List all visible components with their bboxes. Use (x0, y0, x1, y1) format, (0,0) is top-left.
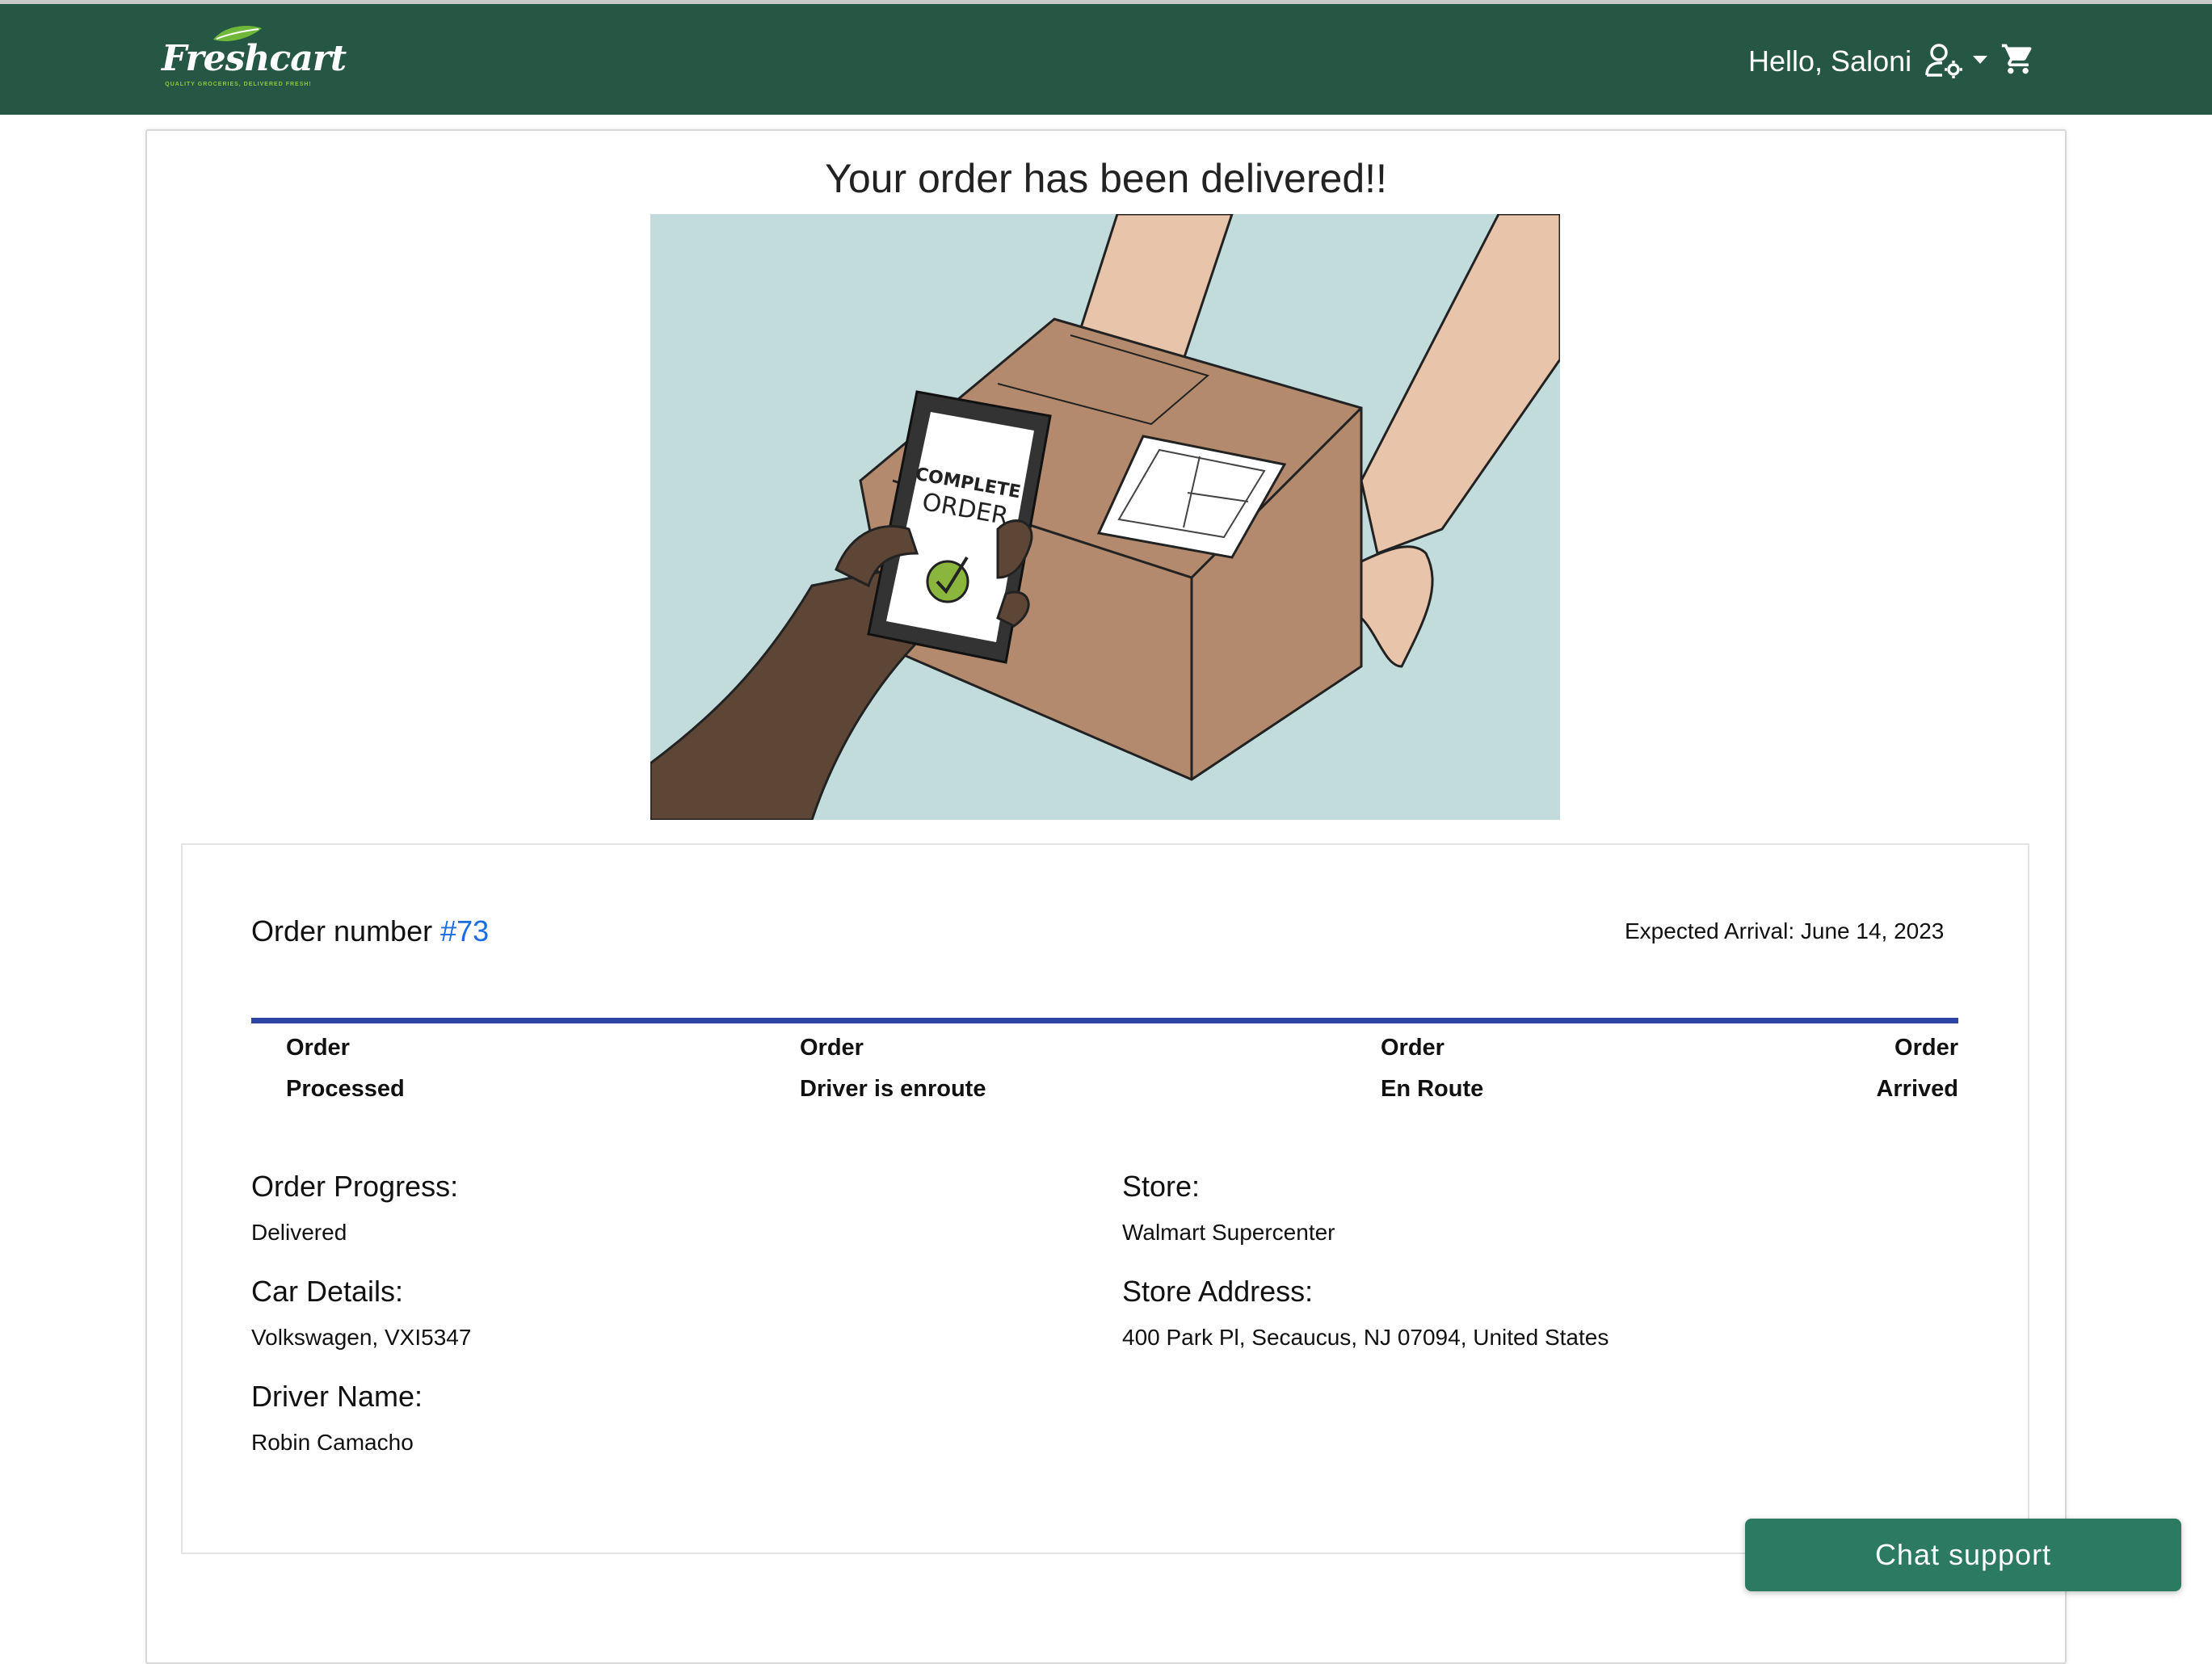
user-menu-dropdown[interactable] (1924, 41, 1991, 82)
expected-arrival: Expected Arrival: June 14, 2023 (1625, 918, 1945, 943)
step-arrived: Order Arrived (1777, 1027, 1958, 1110)
delivery-illustration: COMPLETE ORDER (650, 214, 1560, 820)
user-greeting: Hello, Saloni (1748, 44, 1912, 78)
freshcart-logo[interactable]: Freshcart QUALITY GROCERIES, DELIVERED F… (162, 20, 347, 97)
store-address-value: 400 Park Pl, Secaucus, NJ 07094, United … (1122, 1325, 1609, 1350)
order-details-panel (181, 843, 2029, 1554)
step-driver-enroute: Order Driver is enroute (800, 1027, 986, 1110)
logo-tagline: QUALITY GROCERIES, DELIVERED FRESH! (165, 82, 312, 87)
chat-support-button[interactable]: Chat support (1745, 1519, 2181, 1591)
step-label-line2: Arrived (1876, 1076, 1958, 1102)
top-navbar: Freshcart QUALITY GROCERIES, DELIVERED F… (0, 4, 2212, 115)
car-details-label: Car Details: (251, 1275, 404, 1308)
driver-name-label: Driver Name: (251, 1380, 423, 1413)
driver-name-value: Robin Camacho (251, 1430, 414, 1455)
user-gear-icon (1925, 44, 1962, 78)
order-number-link[interactable]: #73 (440, 914, 489, 948)
store-address-label: Store Address: (1122, 1275, 1314, 1308)
step-label-line2: En Route (1381, 1076, 1484, 1102)
order-progress-bar (251, 1018, 1958, 1023)
store-value: Walmart Supercenter (1122, 1220, 1335, 1245)
logo-wordmark: Freshcart (162, 38, 347, 79)
page-title: Your order has been delivered!! (825, 156, 1387, 201)
shopping-cart-icon[interactable] (2000, 41, 2036, 77)
order-progress-label: Order Progress: (251, 1170, 459, 1203)
step-label-line1: Order (800, 1035, 864, 1061)
order-progress-value: Delivered (251, 1220, 347, 1245)
step-label-line1: Order (286, 1035, 350, 1061)
step-label-line1: Order (1381, 1035, 1445, 1061)
order-number-label: Order number (251, 914, 433, 948)
step-label-line2: Processed (286, 1076, 405, 1102)
store-label: Store: (1122, 1170, 1201, 1203)
step-label-line1: Order (1894, 1035, 1958, 1061)
chevron-down-icon (1973, 56, 1987, 64)
step-processed: Order Processed (286, 1027, 405, 1110)
step-en-route: Order En Route (1381, 1027, 1483, 1110)
car-details-value: Volkswagen, VXI5347 (251, 1325, 472, 1350)
step-label-line2: Driver is enroute (800, 1076, 986, 1102)
order-number: Order number #73 (251, 914, 489, 948)
